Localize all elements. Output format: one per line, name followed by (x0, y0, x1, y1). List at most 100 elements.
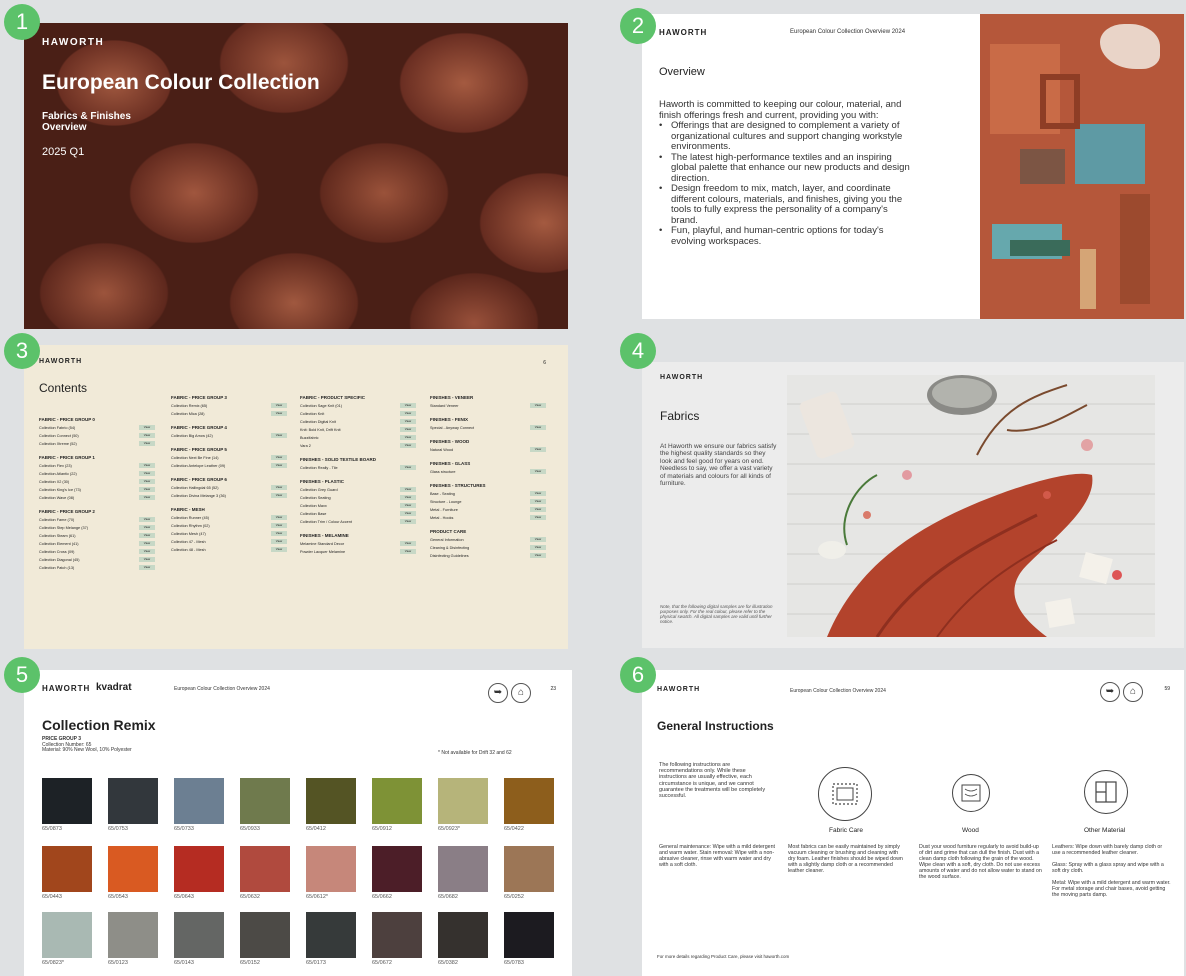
view-button[interactable]: View (530, 469, 546, 474)
view-button[interactable]: View (400, 549, 416, 554)
view-button[interactable]: View (271, 531, 287, 536)
colour-swatch[interactable]: 65/0412 (306, 778, 356, 832)
view-button[interactable]: View (139, 549, 155, 554)
view-button[interactable]: View (271, 523, 287, 528)
view-button[interactable]: View (530, 553, 546, 558)
view-button[interactable]: View (271, 455, 287, 460)
view-button[interactable]: View (271, 515, 287, 520)
slide-fabrics[interactable]: HAWORTH Fabrics At Haworth we ensure our… (642, 362, 1184, 648)
view-button[interactable]: View (271, 433, 287, 438)
back-arrow-icon[interactable]: ➥ (488, 683, 508, 703)
view-button[interactable]: View (530, 447, 546, 452)
fabric-care-text: Most fabrics can be easily maintained by… (788, 844, 903, 874)
cover-title: European Colour Collection (42, 71, 320, 94)
view-button[interactable]: View (400, 519, 416, 524)
contents-item-label: Collection Step Melange (37) (39, 526, 88, 530)
colour-swatch[interactable]: 65/0543 (108, 846, 158, 900)
view-button[interactable]: View (271, 411, 287, 416)
slide-number-badge-1: 1 (4, 4, 40, 40)
home-icon[interactable]: ⌂ (511, 683, 531, 703)
view-button[interactable]: View (530, 499, 546, 504)
contents-group-heading: FABRIC - PRICE GROUP 1 (39, 455, 95, 460)
view-button[interactable]: View (400, 443, 416, 448)
view-button[interactable]: View (271, 403, 287, 408)
contents-item-label: Collection Hallingdal 65 (52) (171, 486, 219, 490)
view-button[interactable]: View (271, 493, 287, 498)
colour-swatch[interactable]: 65/0632 (240, 846, 290, 900)
view-button[interactable]: View (139, 441, 155, 446)
view-button[interactable]: View (139, 479, 155, 484)
view-button[interactable]: View (139, 425, 155, 430)
view-button[interactable]: View (139, 557, 155, 562)
view-button[interactable]: View (400, 503, 416, 508)
view-button[interactable]: View (139, 533, 155, 538)
view-button[interactable]: View (400, 511, 416, 516)
view-button[interactable]: View (530, 545, 546, 550)
colour-swatch[interactable]: 65/0923* (438, 778, 488, 832)
colour-swatch[interactable]: 65/0733 (174, 778, 224, 832)
colour-swatch[interactable]: 65/0422 (504, 778, 554, 832)
slide-collection-remix[interactable]: HAWORTH kvadrat European Colour Collecti… (24, 670, 572, 976)
view-button[interactable]: View (139, 463, 155, 468)
slide-title: Fabrics (660, 409, 700, 423)
view-button[interactable]: View (400, 435, 416, 440)
colour-swatch[interactable]: 65/0682 (438, 846, 488, 900)
swatch-code: 65/0662 (372, 894, 392, 900)
colour-swatch[interactable]: 65/0912 (372, 778, 422, 832)
view-button[interactable]: View (530, 403, 546, 408)
view-button[interactable]: View (400, 541, 416, 546)
view-button[interactable]: View (400, 495, 416, 500)
colour-swatch[interactable]: 65/0123 (108, 912, 158, 966)
view-button[interactable]: View (530, 491, 546, 496)
colour-swatch[interactable]: 65/0143 (174, 912, 224, 966)
colour-swatch[interactable]: 65/0252 (504, 846, 554, 900)
swatch-colour (174, 778, 224, 824)
view-button[interactable]: View (139, 525, 155, 530)
view-button[interactable]: View (139, 495, 155, 500)
colour-swatch[interactable]: 65/0443 (42, 846, 92, 900)
colour-swatch[interactable]: 65/0873 (42, 778, 92, 832)
colour-swatch[interactable]: 65/0753 (108, 778, 158, 832)
back-arrow-icon[interactable]: ➥ (1100, 682, 1120, 702)
colour-swatch[interactable]: 65/0382 (438, 912, 488, 966)
view-button[interactable]: View (530, 425, 546, 430)
view-button[interactable]: View (400, 487, 416, 492)
slide-cover[interactable]: HAWORTH European Colour Collection Fabri… (24, 23, 568, 329)
view-button[interactable]: View (139, 487, 155, 492)
contents-item-label: Collection Fame (70) (39, 518, 75, 522)
view-button[interactable]: View (400, 465, 416, 470)
view-button[interactable]: View (271, 485, 287, 490)
view-button[interactable]: View (400, 427, 416, 432)
view-button[interactable]: View (400, 411, 416, 416)
view-button[interactable]: View (271, 463, 287, 468)
view-button[interactable]: View (271, 539, 287, 544)
colour-swatch[interactable]: 65/0173 (306, 912, 356, 966)
colour-swatch[interactable]: 65/0612* (306, 846, 356, 900)
view-button[interactable]: View (139, 517, 155, 522)
colour-swatch[interactable]: 65/0783 (504, 912, 554, 966)
view-button[interactable]: View (271, 547, 287, 552)
contents-item: Glass structure View (430, 469, 546, 477)
home-icon[interactable]: ⌂ (1123, 682, 1143, 702)
colour-swatch[interactable]: 65/0823* (42, 912, 92, 966)
view-button[interactable]: View (400, 419, 416, 424)
view-button[interactable]: View (139, 433, 155, 438)
swatch-code: 65/0143 (174, 960, 194, 966)
view-button[interactable]: View (530, 515, 546, 520)
slide-general-instructions[interactable]: HAWORTH European Colour Collection Overv… (642, 670, 1184, 976)
slide-contents[interactable]: HAWORTH 6 Contents FABRIC - PRICE GROUP … (24, 345, 568, 649)
colour-swatch[interactable]: 65/0662 (372, 846, 422, 900)
view-button[interactable]: View (139, 541, 155, 546)
view-button[interactable]: View (139, 565, 155, 570)
view-button[interactable]: View (530, 507, 546, 512)
view-button[interactable]: View (530, 537, 546, 542)
material-flatlay-image (980, 14, 1184, 319)
contents-item-label: Metal - Furniture (430, 508, 458, 512)
slide-overview[interactable]: HAWORTH European Colour Collection Overv… (642, 14, 1184, 319)
colour-swatch[interactable]: 65/0152 (240, 912, 290, 966)
colour-swatch[interactable]: 65/0643 (174, 846, 224, 900)
colour-swatch[interactable]: 65/0672 (372, 912, 422, 966)
colour-swatch[interactable]: 65/0933 (240, 778, 290, 832)
view-button[interactable]: View (400, 403, 416, 408)
view-button[interactable]: View (139, 471, 155, 476)
